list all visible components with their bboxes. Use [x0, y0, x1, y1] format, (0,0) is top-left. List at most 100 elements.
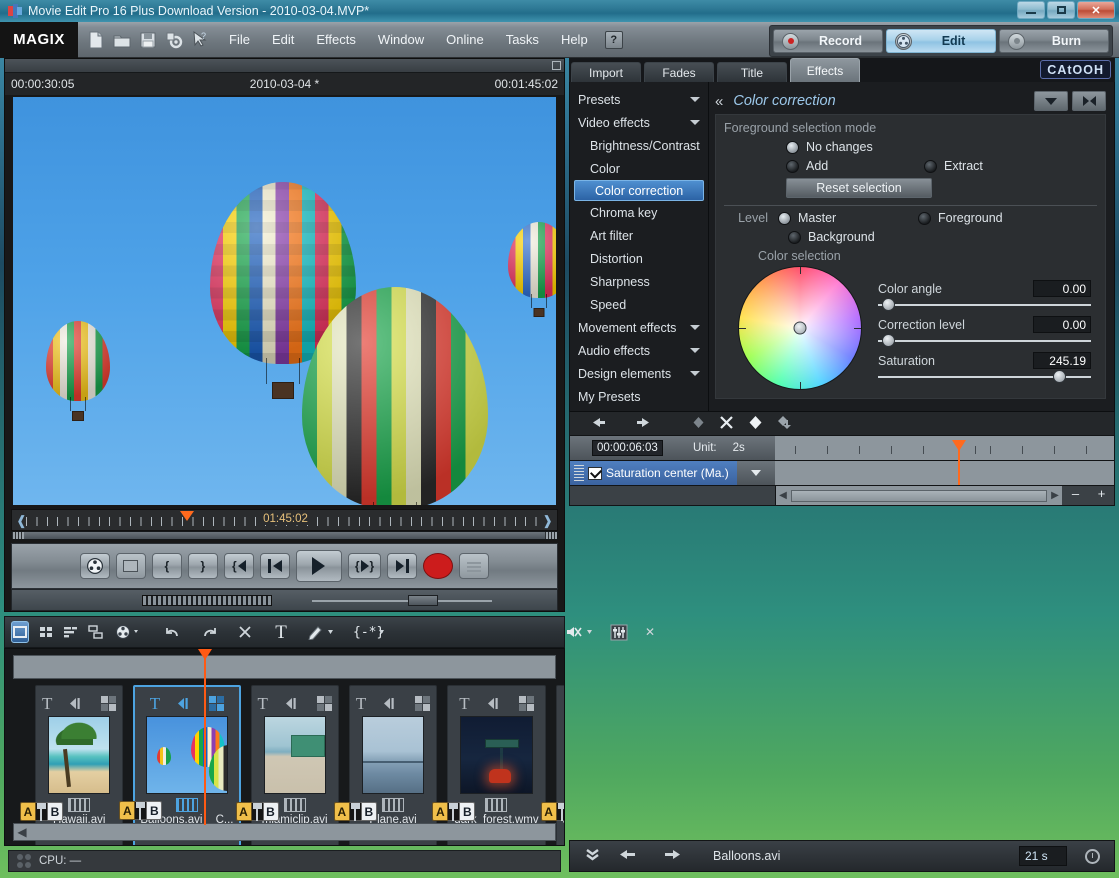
track-dropdown-icon[interactable]: [737, 461, 775, 485]
tree-item-presets[interactable]: Presets: [570, 88, 708, 111]
transition-icon[interactable]: {-*}: [351, 621, 389, 643]
color-angle-value[interactable]: 0.00: [1033, 280, 1091, 297]
color-wheel-cursor[interactable]: [793, 321, 807, 335]
scroll-left-icon[interactable]: ◀: [776, 490, 790, 501]
tab-import[interactable]: Import: [571, 62, 641, 82]
help-question-icon[interactable]: ?: [604, 30, 623, 49]
color-wheel[interactable]: [738, 266, 862, 390]
tab-effects[interactable]: Effects: [790, 58, 860, 82]
screen-button[interactable]: [115, 553, 146, 579]
saturation-slider[interactable]: [878, 370, 1091, 383]
fade-icon[interactable]: [178, 697, 191, 710]
maximize-button[interactable]: [1047, 1, 1075, 19]
preview-position-slider[interactable]: [312, 594, 492, 606]
clip-item[interactable]: A B T Plane.avi: [333, 685, 438, 845]
chevron-down-icon[interactable]: [690, 348, 700, 353]
keyframe-add-icon[interactable]: [692, 416, 705, 432]
radio-indicator[interactable]: [786, 140, 799, 154]
fade-icon[interactable]: [285, 697, 299, 710]
radio-foreground[interactable]: Foreground: [918, 211, 1003, 225]
radio-indicator[interactable]: [788, 230, 801, 244]
minimize-button[interactable]: [1017, 1, 1045, 19]
tree-item-color-correction[interactable]: Color correction: [574, 180, 704, 201]
chevron-down-icon[interactable]: [690, 325, 700, 330]
transition-badge[interactable]: A B: [235, 802, 279, 821]
keyframe-move-down-icon[interactable]: [777, 415, 793, 433]
correction-level-value[interactable]: 0.00: [1033, 316, 1091, 333]
redo-icon[interactable]: [197, 621, 221, 643]
drag-handle-icon[interactable]: [574, 465, 584, 481]
keyframe-zoom-in-button[interactable]: +: [1088, 486, 1114, 505]
transition-badge[interactable]: A B: [333, 802, 377, 821]
jump-end-button[interactable]: [387, 553, 418, 579]
tab-fades[interactable]: Fades: [644, 62, 714, 82]
radio-background[interactable]: Background: [724, 230, 1097, 244]
radio-indicator[interactable]: [778, 211, 791, 225]
delete-icon[interactable]: [233, 621, 257, 643]
chevron-down-icon[interactable]: [690, 97, 700, 102]
undo-icon[interactable]: [161, 621, 185, 643]
keyframe-prev-icon[interactable]: [592, 416, 614, 432]
movie-reel-dropdown-icon[interactable]: [115, 621, 143, 643]
record-button[interactable]: [423, 553, 454, 579]
grid-view-icon[interactable]: [38, 621, 54, 643]
radio-extract[interactable]: Extract: [924, 159, 983, 173]
color-angle-slider[interactable]: [878, 298, 1091, 311]
effect-brush-icon[interactable]: [305, 621, 339, 643]
scene-overview-icon[interactable]: [88, 621, 106, 643]
scroll-thumb[interactable]: [791, 489, 1047, 502]
collapse-icon[interactable]: «: [715, 93, 723, 110]
fade-icon[interactable]: [384, 697, 397, 710]
keyframe-timecode[interactable]: 00:00:06:03: [592, 440, 663, 456]
tree-item-art-filter[interactable]: Art filter: [570, 224, 708, 247]
fade-icon[interactable]: [70, 697, 83, 710]
transition-badge[interactable]: A B: [20, 802, 63, 821]
jump-start-button[interactable]: [259, 553, 290, 579]
reset-selection-button[interactable]: Reset selection: [786, 178, 932, 198]
text-icon[interactable]: T: [269, 621, 293, 643]
title-icon[interactable]: T: [356, 695, 366, 712]
open-folder-icon[interactable]: [112, 30, 132, 50]
storyboard-scrollbar[interactable]: ◀: [13, 823, 556, 841]
keyframe-ruler[interactable]: [775, 436, 1114, 461]
preview-playhead-marker[interactable]: [180, 511, 194, 521]
record-mode-button[interactable]: Record: [773, 29, 883, 53]
preview-time-ruler[interactable]: ❰ 01:45:02 ❱: [11, 509, 558, 531]
edit-mode-button[interactable]: Edit: [886, 29, 996, 53]
clip-item[interactable]: A B T: [119, 685, 241, 845]
clip-item[interactable]: A B T: [235, 685, 339, 845]
title-icon[interactable]: T: [150, 695, 160, 712]
clip-item[interactable]: A B T: [540, 685, 564, 845]
arrow-right-icon[interactable]: [659, 848, 681, 864]
burn-mode-button[interactable]: Burn: [999, 29, 1109, 53]
tree-item-color[interactable]: Color: [570, 157, 708, 180]
fade-icon[interactable]: [487, 697, 501, 710]
title-icon[interactable]: T: [258, 695, 268, 712]
menu-effects[interactable]: Effects: [305, 29, 367, 50]
keyframe-delete-icon[interactable]: [719, 415, 734, 433]
menu-tasks[interactable]: Tasks: [495, 29, 550, 50]
settings-gear-icon[interactable]: [164, 30, 184, 50]
in-point-button[interactable]: {: [151, 553, 182, 579]
save-disk-icon[interactable]: [138, 30, 158, 50]
movie-reel-button[interactable]: [79, 553, 110, 579]
radio-indicator[interactable]: [924, 159, 937, 173]
chevron-down-icon[interactable]: [690, 371, 700, 376]
keyframe-track[interactable]: Saturation center (Ma.): [570, 461, 775, 485]
title-icon[interactable]: T: [459, 695, 469, 712]
menu-help[interactable]: Help: [550, 29, 599, 50]
menu-file[interactable]: File: [218, 29, 261, 50]
tree-item-my-presets[interactable]: My Presets: [570, 385, 708, 408]
keyframe-select-icon[interactable]: [748, 415, 763, 433]
tree-item-video-effects[interactable]: Video effects: [570, 111, 708, 134]
scroll-left-icon[interactable]: ◀: [14, 824, 30, 840]
out-point-button[interactable]: }: [187, 553, 218, 579]
effects-icon[interactable]: [101, 695, 117, 711]
menu-online[interactable]: Online: [435, 29, 495, 50]
keyframe-next-icon[interactable]: [628, 416, 650, 432]
catooh-logo[interactable]: CAtOOH: [1040, 60, 1111, 79]
effects-icon[interactable]: [209, 695, 225, 711]
arrow-left-icon[interactable]: [619, 848, 641, 864]
list-view-icon[interactable]: [63, 621, 79, 643]
effects-icon[interactable]: [415, 695, 431, 711]
